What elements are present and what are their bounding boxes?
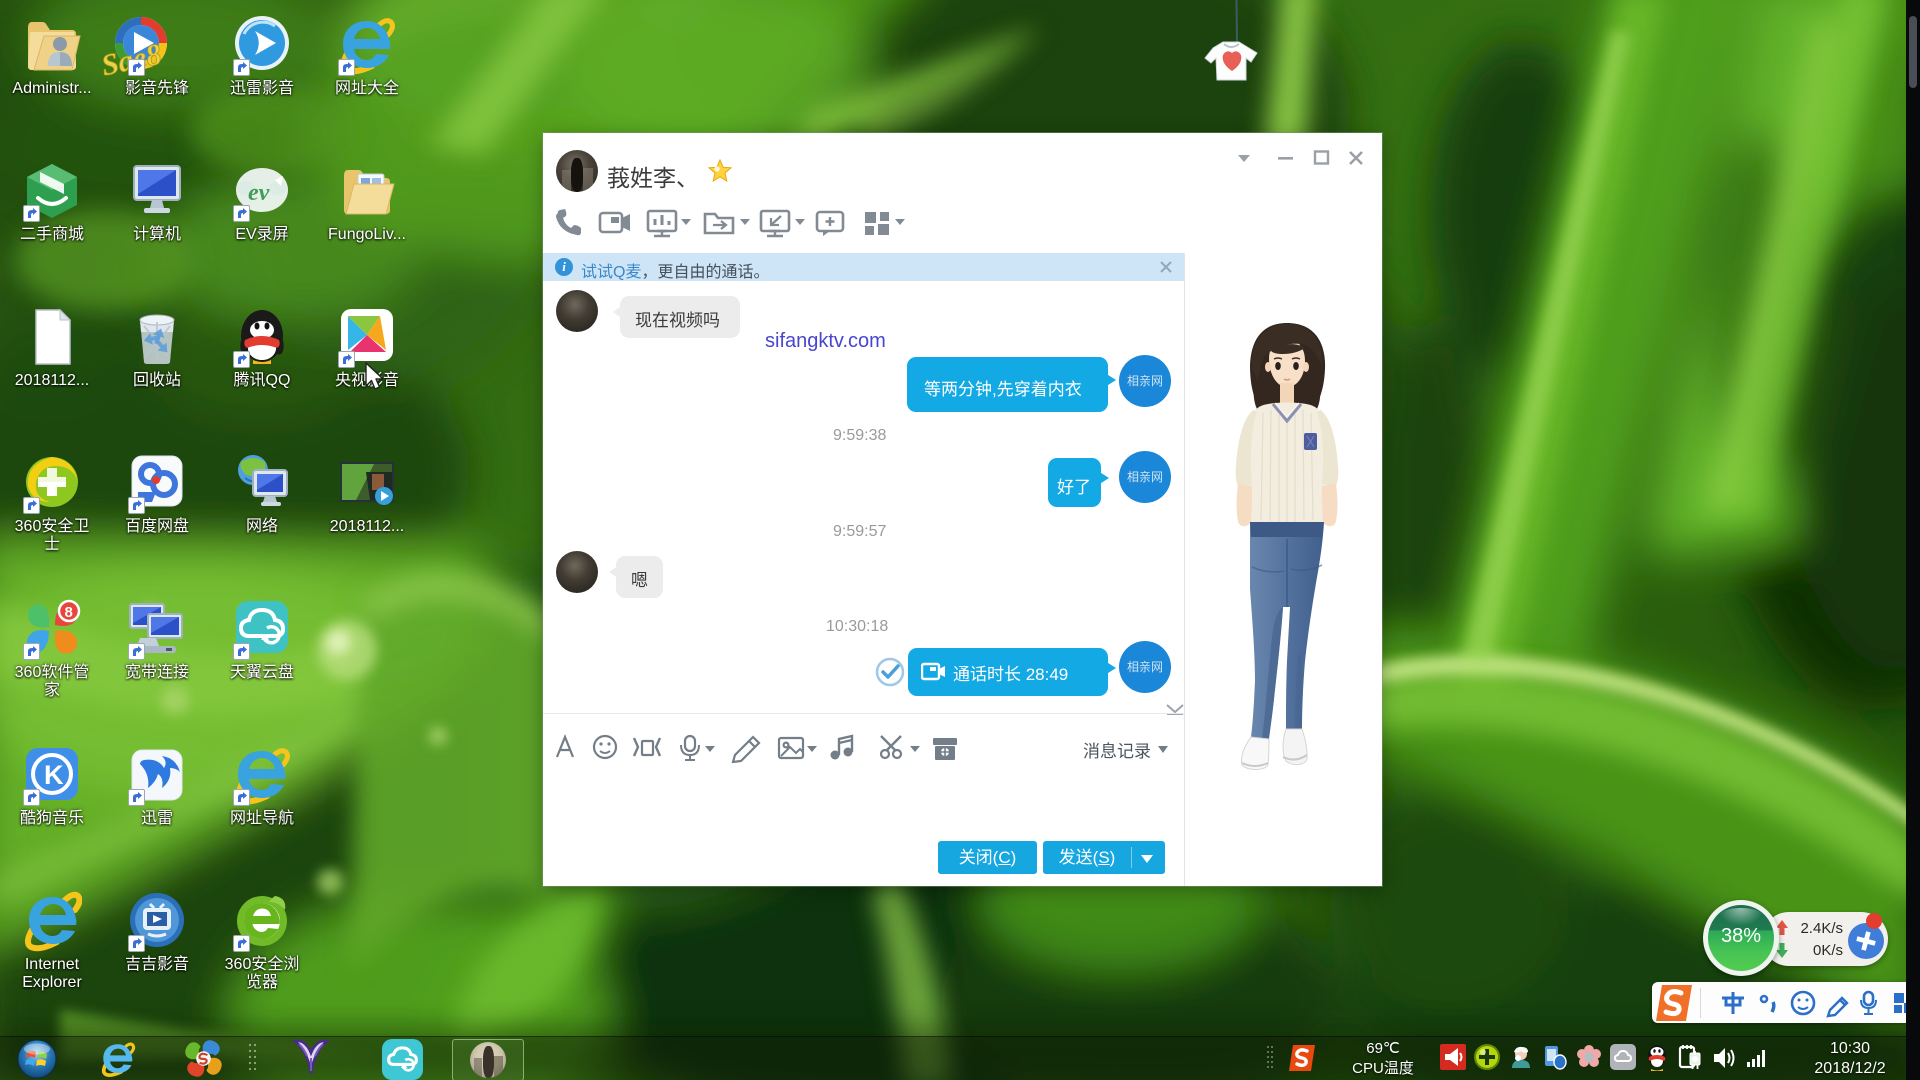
svg-text:8: 8 (65, 604, 73, 621)
svg-text:ev: ev (248, 180, 270, 206)
svg-text:K: K (44, 760, 64, 790)
